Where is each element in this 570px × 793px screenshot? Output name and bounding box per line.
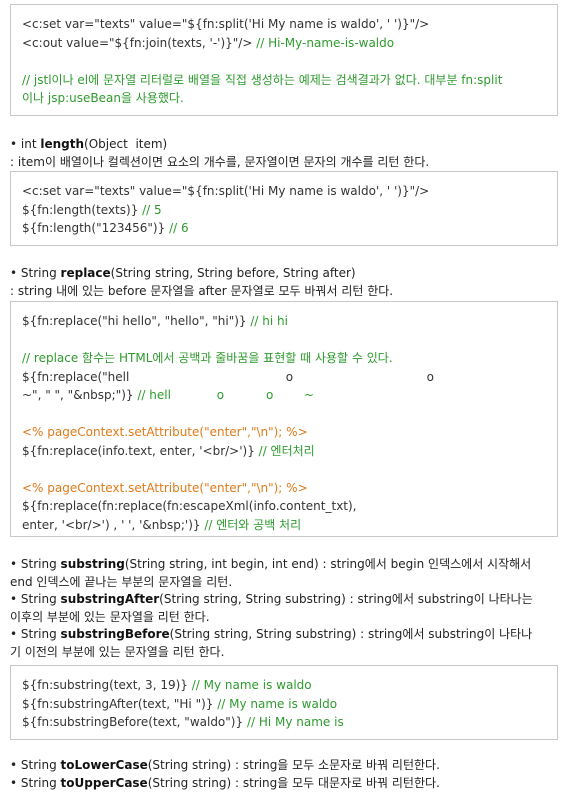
function-name: replace [60,266,111,280]
code-box-join: <c:set var="texts" value="${fn:split('Hi… [10,4,558,116]
function-name: toLowerCase [60,758,148,772]
code-line: ${fn:length(texts)} // 5 [22,202,162,217]
code-box-substring: ${fn:substring(text, 3, 19)} // My name … [10,665,558,740]
code-box-length: <c:set var="texts" value="${fn:split('Hi… [10,171,558,246]
code-line: ${fn:substringAfter(text, "Hi ")} // My … [22,696,338,711]
code-line: ${fn:substring(text, 3, 19)} // My name … [22,678,312,692]
comment-line: 이나 jsp:useBean을 사용했다. [22,91,184,105]
replace-description: • String replace(String string, String b… [10,266,394,298]
function-name: substringAfter [60,592,160,606]
function-name: substringBefore [60,627,170,641]
function-name: length [40,137,85,151]
code-line: ${fn:replace("hi hello", "hello", "hi")}… [22,314,288,328]
scriptlet-line: <% pageContext.setAttribute("enter","\n"… [22,480,308,495]
comment-line: // replace 함수는 HTML에서 공백과 줄바꿈을 표현할 때 사용할… [22,351,393,365]
code-line: <c:set var="texts" value="${fn:split('Hi… [22,17,430,31]
code-line: <c:out value="${fn:join(texts, '-')}"/> … [22,35,395,50]
code-line: <c:set var="texts" value="${fn:split('Hi… [22,184,430,198]
function-name: substring [60,557,125,571]
code-line: enter, '<br/>') , ' ', '&nbsp;')} // 엔터와… [22,517,302,532]
code-line: ${fn:length("123456")} // 6 [22,221,189,235]
substring-description: • String substring(String string, int be… [10,557,533,659]
comment-line: // jstl이나 el에 문자열 리터럴로 배열을 직접 생성하는 예제는 검… [22,72,503,87]
code-line: ${fn:replace(info.text, enter, '<br/>')}… [22,443,315,458]
code-line: ${fn:replace("hell o o [22,369,434,384]
function-name: toUpperCase [60,775,148,790]
length-description: • int length(Object item) : item이 배열이나 컬… [10,137,430,169]
case-description: • String toLowerCase(String string) : st… [10,758,440,790]
code-line: ~", " ", "&nbsp;")} // hell o o ~ [22,388,314,402]
code-box-replace: ${fn:replace("hi hello", "hello", "hi")}… [10,301,558,537]
code-line: ${fn:substringBefore(text, "waldo")} // … [22,715,344,729]
scriptlet-line: <% pageContext.setAttribute("enter","\n"… [22,425,308,439]
code-line: ${fn:replace(fn:replace(fn:escapeXml(inf… [22,499,357,513]
